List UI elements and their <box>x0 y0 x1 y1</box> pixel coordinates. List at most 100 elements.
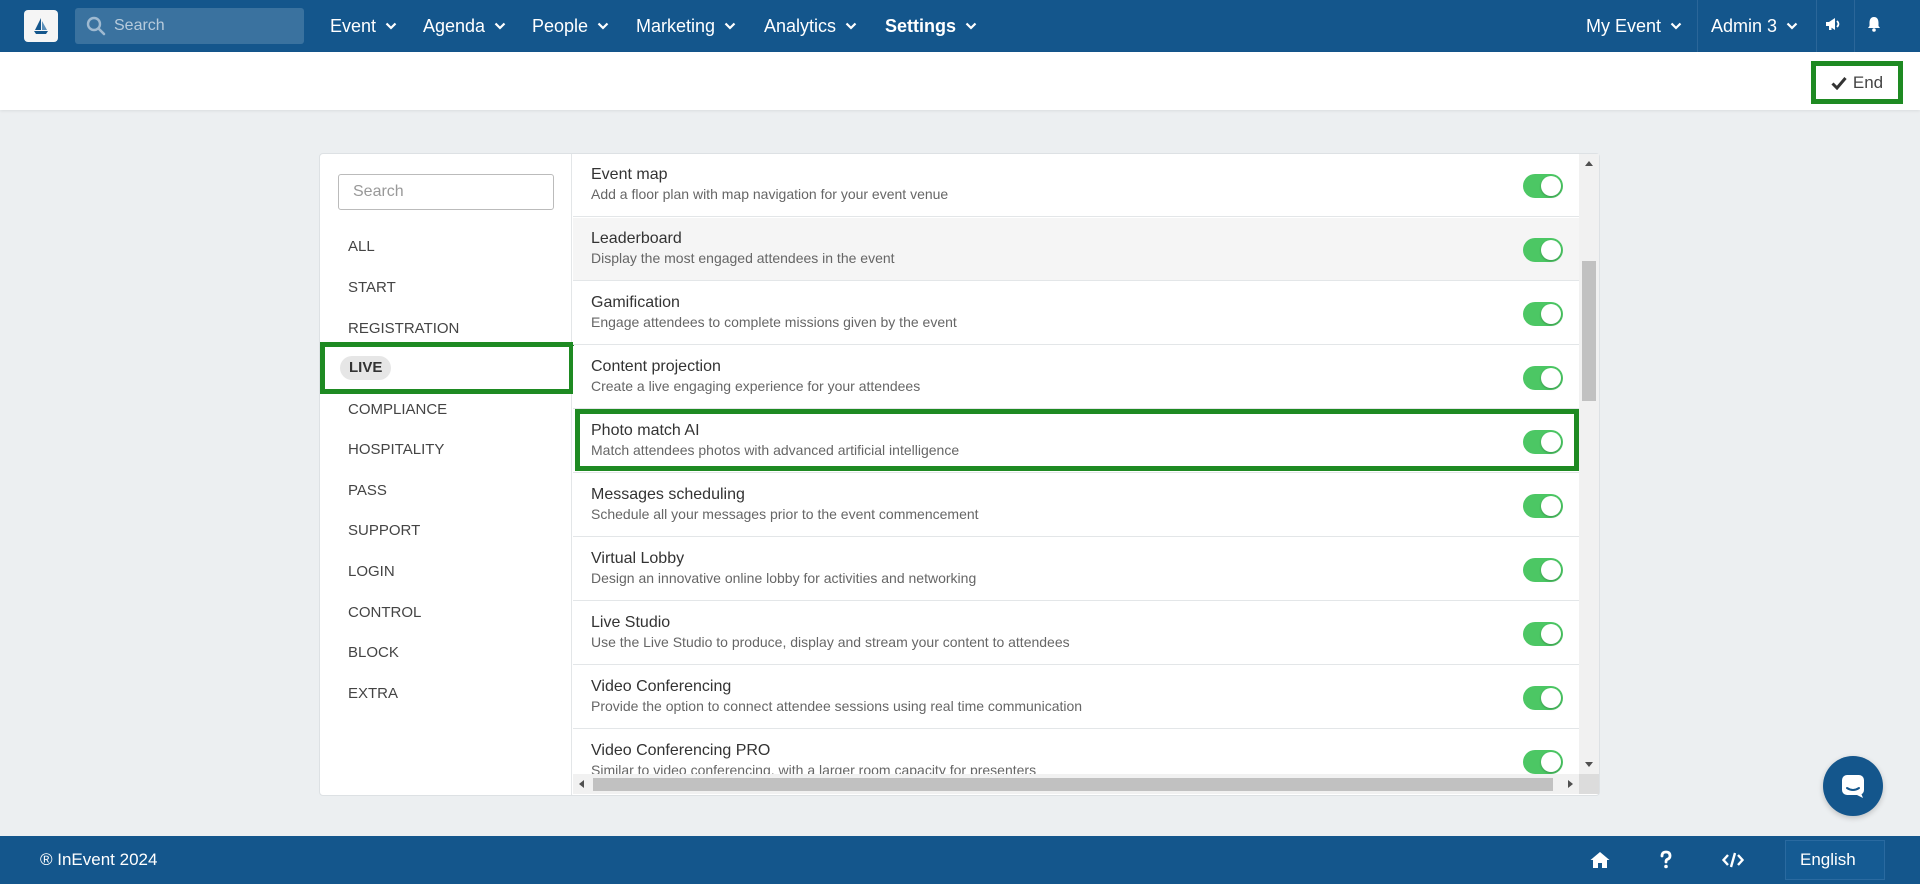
toggle-knob <box>1541 752 1561 772</box>
category-block[interactable]: BLOCK <box>348 641 399 665</box>
category-hospitality[interactable]: HOSPITALITY <box>348 438 444 462</box>
scroll-up-arrow-icon[interactable] <box>1585 161 1593 166</box>
scroll-right-arrow-icon[interactable] <box>1568 780 1573 788</box>
event-selector[interactable]: My Event <box>1586 0 1682 52</box>
megaphone-icon[interactable] <box>1823 14 1843 34</box>
bell-icon[interactable] <box>1864 14 1884 34</box>
feature-toggle[interactable] <box>1523 750 1563 774</box>
category-registration[interactable]: REGISTRATION <box>348 317 459 341</box>
nav-marketing-label: Marketing <box>636 15 716 36</box>
nav-analytics[interactable]: Analytics <box>764 0 857 52</box>
nav-event[interactable]: Event <box>330 0 397 52</box>
nav-divider <box>1697 0 1698 52</box>
category-extra[interactable]: EXTRA <box>348 682 398 706</box>
feature-toggle[interactable] <box>1523 302 1563 326</box>
feature-description: Design an innovative online lobby for ac… <box>591 570 977 586</box>
feature-row-virtual-lobby: Virtual Lobby Design an innovative onlin… <box>573 538 1579 601</box>
inevent-logo[interactable] <box>24 10 58 42</box>
feature-description: Create a live engaging experience for yo… <box>591 378 921 394</box>
code-icon[interactable] <box>1722 850 1744 870</box>
nav-settings-label: Settings <box>885 15 957 36</box>
category-pass[interactable]: PASS <box>348 479 387 503</box>
end-button[interactable]: End <box>1811 61 1903 104</box>
feature-toggle[interactable] <box>1523 622 1563 646</box>
feature-title: Gamification <box>591 294 680 311</box>
feature-row-video-conferencing-pro: Video Conferencing PRO Similar to video … <box>573 730 1579 774</box>
category-sidebar: ALL START REGISTRATION LIVE COMPLIANCE H… <box>320 154 572 795</box>
feature-title: Event map <box>591 166 668 183</box>
chevron-down-icon <box>1786 22 1798 30</box>
category-login[interactable]: LOGIN <box>348 560 395 584</box>
nav-people[interactable]: People <box>532 0 609 52</box>
toggle-knob <box>1541 496 1561 516</box>
feature-description: Schedule all your messages prior to the … <box>591 506 979 522</box>
feature-toggle[interactable] <box>1523 686 1563 710</box>
home-icon[interactable] <box>1589 850 1611 870</box>
search-icon <box>86 16 106 36</box>
feature-title: Messages scheduling <box>591 486 745 503</box>
nav-marketing[interactable]: Marketing <box>636 0 736 52</box>
tools-search-input[interactable] <box>338 174 554 210</box>
feature-description: Use the Live Studio to produce, display … <box>591 634 1070 650</box>
toggle-knob <box>1541 368 1561 388</box>
chat-support-button[interactable] <box>1823 756 1883 816</box>
footer: ® InEvent 2024 English <box>0 836 1920 884</box>
event-selector-label: My Event <box>1586 15 1662 36</box>
vertical-scroll-thumb[interactable] <box>1582 261 1596 401</box>
nav-event-label: Event <box>330 15 377 36</box>
toggle-knob <box>1541 624 1561 644</box>
feature-title: Live Studio <box>591 614 671 631</box>
feature-description: Engage attendees to complete missions gi… <box>591 314 957 330</box>
feature-title: Virtual Lobby <box>591 550 685 567</box>
chevron-down-icon <box>724 22 736 30</box>
vertical-scrollbar[interactable] <box>1579 154 1599 774</box>
global-search-input[interactable] <box>114 17 294 35</box>
feature-row-photo-match-ai: Photo match AI Match attendees photos wi… <box>573 410 1579 473</box>
chat-icon <box>1842 775 1864 798</box>
horizontal-scrollbar[interactable] <box>573 774 1579 794</box>
category-compliance[interactable]: COMPLIANCE <box>348 398 447 422</box>
feature-title: Video Conferencing PRO <box>591 742 771 759</box>
chevron-down-icon <box>845 22 857 30</box>
feature-toggle[interactable] <box>1523 558 1563 582</box>
help-icon[interactable] <box>1655 850 1677 870</box>
toggle-knob <box>1541 176 1561 196</box>
global-search[interactable] <box>75 8 304 44</box>
toggle-knob <box>1541 304 1561 324</box>
horizontal-scroll-thumb[interactable] <box>593 778 1553 791</box>
feature-row-event-map: Event map Add a floor plan with map navi… <box>573 154 1579 217</box>
feature-description: Display the most engaged attendees in th… <box>591 250 895 266</box>
category-all[interactable]: ALL <box>348 235 375 259</box>
language-label: English <box>1800 850 1856 869</box>
chevron-down-icon <box>965 22 977 30</box>
language-selector[interactable]: English <box>1785 840 1885 880</box>
top-navbar: Event Agenda People Marketing Analytics … <box>0 0 1920 52</box>
nav-settings[interactable]: Settings <box>885 0 977 52</box>
feature-toggle[interactable] <box>1523 174 1563 198</box>
category-control[interactable]: CONTROL <box>348 601 421 625</box>
chevron-down-icon <box>494 22 506 30</box>
toggle-knob <box>1541 432 1561 452</box>
scroll-down-arrow-icon[interactable] <box>1585 762 1593 767</box>
user-menu[interactable]: Admin 3 <box>1711 0 1798 52</box>
category-start[interactable]: START <box>348 276 396 300</box>
chevron-down-icon <box>597 22 609 30</box>
scrollbar-corner <box>1579 774 1599 794</box>
feature-description: Add a floor plan with map navigation for… <box>591 186 949 202</box>
category-live[interactable]: LIVE <box>340 356 392 380</box>
feature-toggle[interactable] <box>1523 430 1563 454</box>
action-bar <box>0 52 1920 110</box>
scroll-left-arrow-icon[interactable] <box>579 780 584 788</box>
feature-toggle[interactable] <box>1523 494 1563 518</box>
feature-toggle[interactable] <box>1523 366 1563 390</box>
category-support[interactable]: SUPPORT <box>348 519 420 543</box>
feature-row-video-conferencing: Video Conferencing Provide the option to… <box>573 666 1579 729</box>
nav-divider <box>1854 0 1855 52</box>
feature-title: Content projection <box>591 358 721 375</box>
feature-row-leaderboard: Leaderboard Display the most engaged att… <box>573 218 1579 281</box>
nav-divider <box>1816 0 1817 52</box>
feature-row-live-studio: Live Studio Use the Live Studio to produ… <box>573 602 1579 665</box>
feature-toggle[interactable] <box>1523 238 1563 262</box>
feature-row-content-projection: Content projection Create a live engagin… <box>573 346 1579 409</box>
nav-agenda[interactable]: Agenda <box>423 0 506 52</box>
